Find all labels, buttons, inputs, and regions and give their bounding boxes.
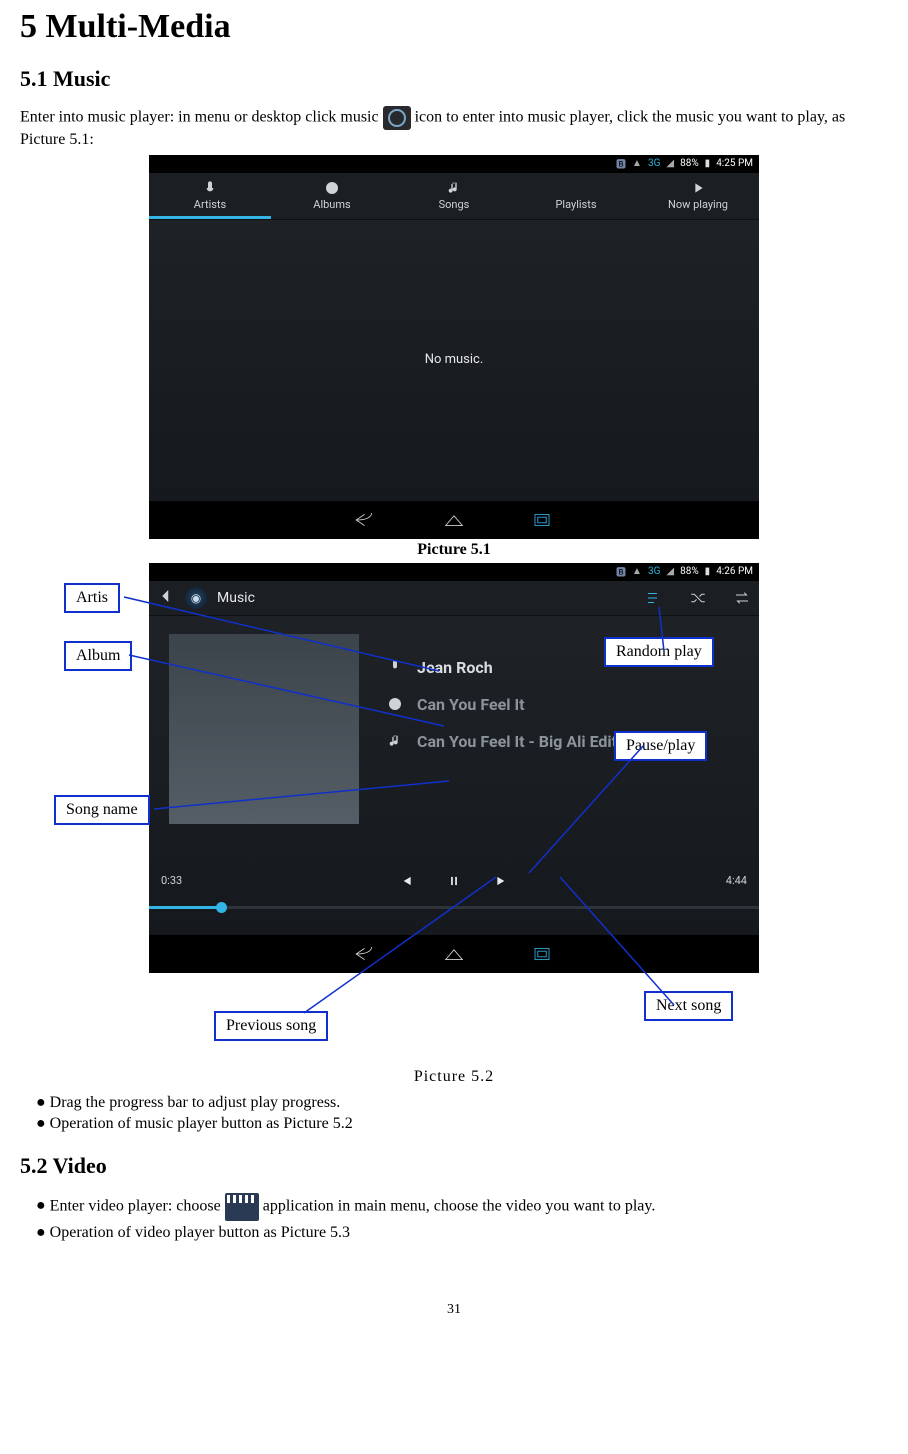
annotation-pause-play: Pause/play — [614, 731, 707, 761]
progress-fill — [149, 906, 222, 909]
note-icon — [387, 733, 403, 749]
music-app-icon: ◉ — [185, 587, 207, 609]
tab-artists[interactable]: Artists — [149, 173, 271, 219]
now-playing-header: ◉ Music — [149, 581, 759, 616]
queue-icon[interactable] — [645, 589, 663, 607]
signal-bars-icon: ◢ — [666, 158, 674, 169]
bluetooth-icon: 🅱 — [616, 564, 626, 579]
video-intro-before: Enter video player: choose — [50, 1197, 225, 1214]
screenshot-music-tabs: 🅱 ▲ 3G ◢ 88% ▮ 4:25 PM Artists Albums So… — [149, 155, 759, 539]
bullet-drag-progress: Drag the progress bar to adjust play pro… — [36, 1094, 888, 1112]
status-bar: 🅱 ▲ 3G ◢ 88% ▮ 4:26 PM — [149, 563, 759, 581]
album-row: Can You Feel It — [387, 695, 739, 714]
heading-video: 5.2 Video — [20, 1153, 888, 1179]
nav-back-icon[interactable] — [352, 945, 380, 963]
nav-recent-icon[interactable] — [528, 511, 556, 529]
artist-name: Jean Roch — [417, 658, 493, 677]
nav-home-icon[interactable] — [440, 511, 468, 529]
progress-bar[interactable] — [149, 906, 759, 909]
video-player-icon — [225, 1193, 259, 1221]
clock-label: 4:25 PM — [716, 158, 753, 169]
battery-icon: ▮ — [705, 566, 711, 577]
network-label: 3G — [648, 158, 660, 169]
battery-label: 88% — [680, 566, 699, 577]
tab-label: Now playing — [668, 198, 728, 211]
caption-picture-5-2: Picture 5.2 — [20, 1068, 888, 1086]
clock-label: 4:26 PM — [716, 566, 753, 577]
signal-bars-icon: ◢ — [666, 566, 674, 577]
annotation-previous-song: Previous song — [214, 1011, 328, 1041]
disc-icon — [387, 696, 403, 712]
album-art — [169, 634, 359, 824]
music-intro-paragraph: Enter into music player: in menu or desk… — [20, 106, 888, 151]
app-title: Music — [217, 590, 255, 606]
disc-icon — [324, 180, 340, 196]
tab-label: Artists — [194, 198, 226, 211]
controls-row: 0:33 4:44 — [149, 856, 759, 906]
tab-label: Albums — [313, 198, 350, 211]
heading-music: 5.1 Music — [20, 66, 888, 92]
elapsed-time: 0:33 — [161, 874, 182, 887]
tab-label: Playlists — [555, 198, 596, 211]
signal-icon: ▲ — [632, 158, 642, 169]
nav-back-icon[interactable] — [352, 511, 380, 529]
note-icon — [446, 180, 462, 196]
status-bar: 🅱 ▲ 3G ◢ 88% ▮ 4:25 PM — [149, 155, 759, 173]
battery-icon: ▮ — [705, 158, 711, 169]
tab-now-playing[interactable]: Now playing — [637, 173, 759, 219]
system-navbar — [149, 501, 759, 539]
annotation-next-song: Next song — [644, 991, 733, 1021]
previous-button[interactable] — [399, 874, 413, 888]
song-name: Can You Feel It - Big Ali Edit — [417, 732, 617, 751]
signal-icon: ▲ — [632, 566, 642, 577]
total-time: 4:44 — [726, 874, 747, 887]
bullet-enter-video: Enter video player: choose application i… — [36, 1193, 888, 1221]
tab-albums[interactable]: Albums — [271, 173, 393, 219]
tab-songs[interactable]: Songs — [393, 173, 515, 219]
repeat-icon[interactable] — [733, 589, 751, 607]
bullet-music-buttons: Operation of music player button as Pict… — [36, 1115, 888, 1133]
tab-label: Songs — [439, 198, 470, 211]
shuffle-icon[interactable] — [689, 589, 707, 607]
annotation-album: Album — [64, 641, 132, 671]
list-icon — [568, 180, 584, 196]
caption-picture-5-1: Picture 5.1 — [20, 541, 888, 559]
nav-home-icon[interactable] — [440, 945, 468, 963]
music-app-icon — [383, 106, 411, 130]
nav-recent-icon[interactable] — [528, 945, 556, 963]
tab-playlists[interactable]: Playlists — [515, 173, 637, 219]
screenshot-now-playing: 🅱 ▲ 3G ◢ 88% ▮ 4:26 PM ◉ Music J — [149, 563, 759, 973]
empty-state-text: No music. — [149, 220, 759, 500]
mic-icon — [202, 180, 218, 196]
heading-chapter: 5 Multi-Media — [20, 8, 888, 46]
system-navbar — [149, 935, 759, 973]
bullet-video-buttons: Operation of video player button as Pict… — [36, 1224, 888, 1242]
annotation-song-name: Song name — [54, 795, 150, 825]
bluetooth-icon: 🅱 — [616, 156, 626, 171]
network-label: 3G — [648, 566, 660, 577]
annotation-random-play: Random play — [604, 637, 714, 667]
album-name: Can You Feel It — [417, 695, 525, 714]
video-intro-after: application in main menu, choose the vid… — [263, 1197, 656, 1214]
pause-button[interactable] — [447, 874, 461, 888]
mic-icon — [387, 659, 403, 675]
back-button[interactable] — [157, 587, 175, 609]
music-tabs: Artists Albums Songs Playlists Now playi… — [149, 173, 759, 220]
page-number: 31 — [20, 1302, 888, 1318]
annotation-artist: Artis — [64, 583, 120, 613]
battery-label: 88% — [680, 158, 699, 169]
next-button[interactable] — [495, 874, 509, 888]
music-intro-text-before: Enter into music player: in menu or desk… — [20, 109, 383, 126]
play-icon — [690, 180, 706, 196]
